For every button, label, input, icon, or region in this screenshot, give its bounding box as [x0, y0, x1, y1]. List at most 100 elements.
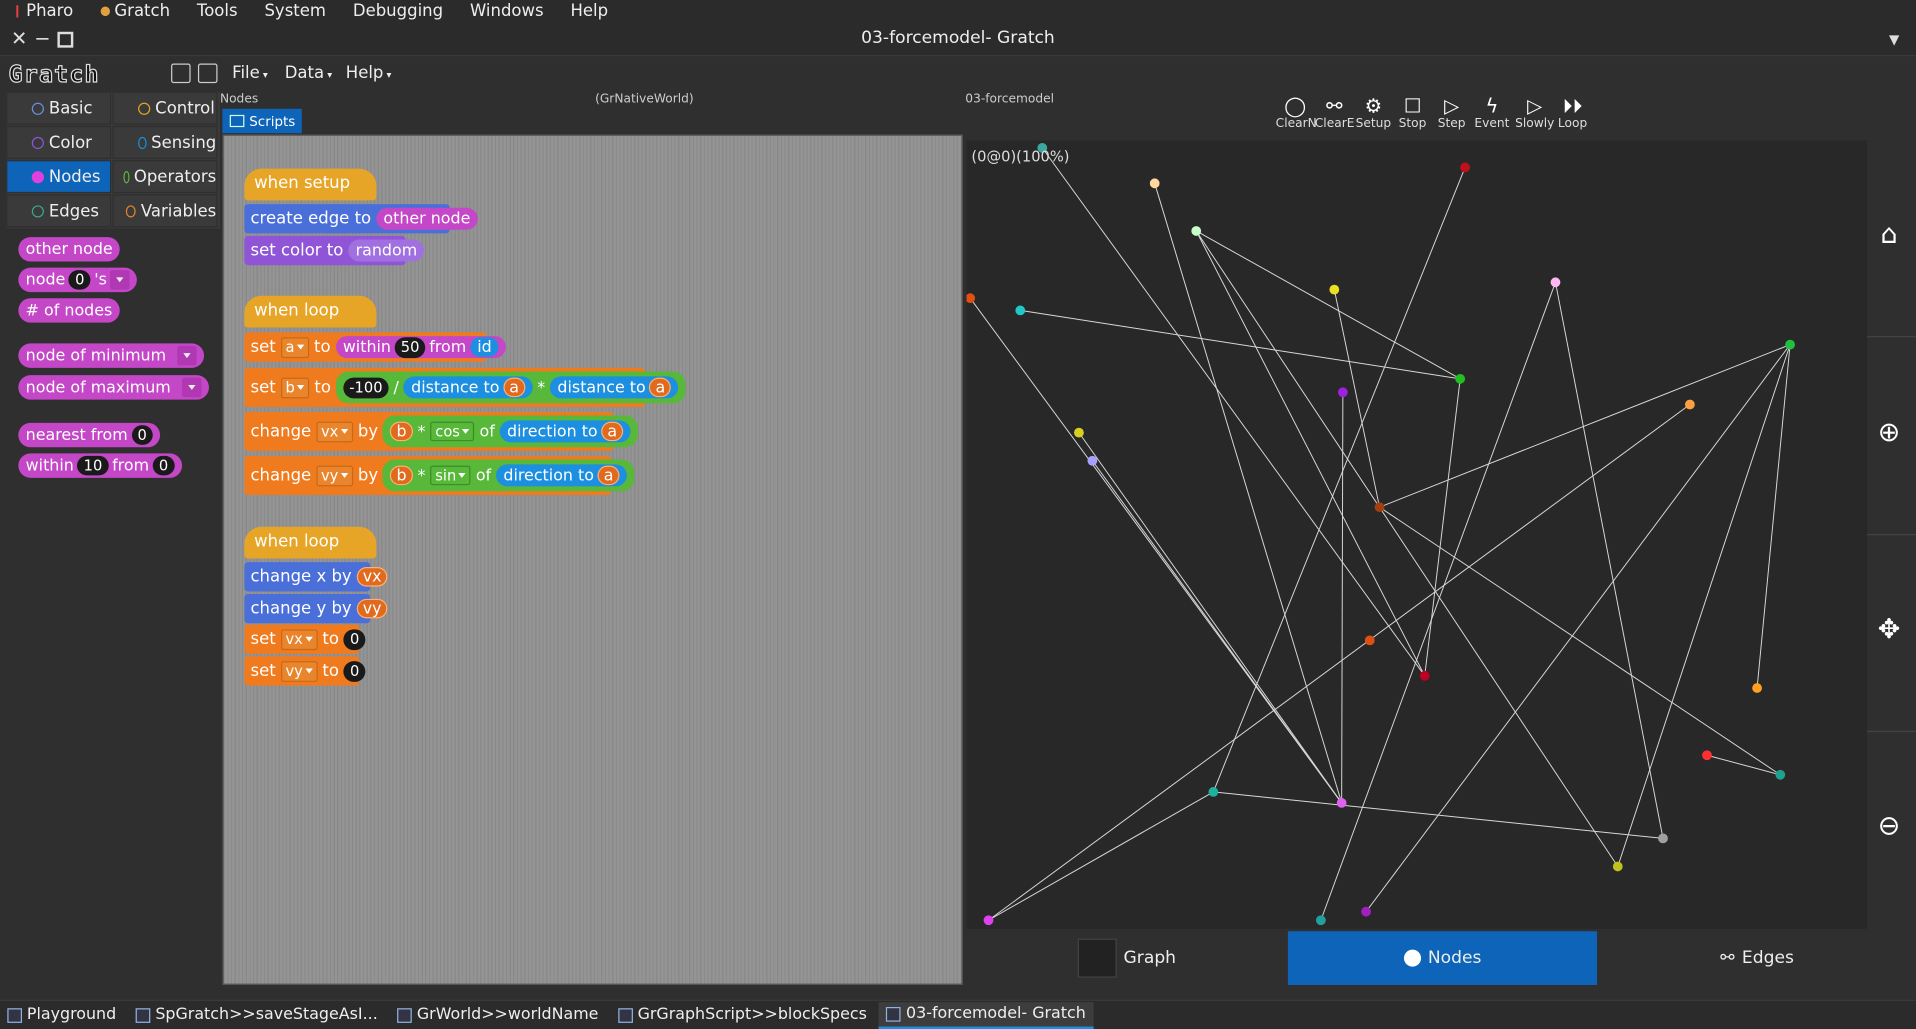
graph-node[interactable]: [1315, 915, 1326, 926]
number-input[interactable]: 0: [343, 628, 366, 650]
block-number-input[interactable]: 0: [131, 425, 153, 445]
var-reporter-b[interactable]: b: [390, 421, 413, 442]
save-icon[interactable]: [197, 63, 218, 84]
block-change-vx[interactable]: change vx by b * cos of direction to a: [244, 411, 638, 451]
reporter-random[interactable]: random: [348, 239, 425, 262]
reporter-distance[interactable]: distance to a: [550, 376, 679, 399]
file-menu[interactable]: File ▾: [232, 64, 268, 84]
graph-node[interactable]: [1460, 162, 1470, 173]
graph-node[interactable]: [1149, 178, 1160, 189]
reporter-divide[interactable]: -100/distance to a * distance to a: [335, 371, 687, 404]
reporter-direction[interactable]: direction to a: [496, 464, 627, 487]
reporter-distance[interactable]: distance to a: [403, 376, 533, 399]
dropdown-icon[interactable]: [181, 377, 202, 398]
graph-node[interactable]: [1775, 769, 1786, 780]
task-savestage[interactable]: SpGratch>>saveStageAsI...: [128, 1002, 385, 1029]
function-dropdown[interactable]: sin: [430, 465, 471, 486]
hat-when-loop[interactable]: when loop: [244, 526, 377, 559]
variable-dropdown[interactable]: vx: [316, 421, 353, 442]
graph-node[interactable]: [1361, 906, 1371, 917]
variable-dropdown[interactable]: vy: [316, 465, 353, 486]
category-control[interactable]: Control: [112, 91, 218, 125]
close-icon[interactable]: ✕: [11, 27, 27, 50]
setup-button[interactable]: ⚙ Setup: [1354, 95, 1393, 131]
category-sensing[interactable]: Sensing: [112, 125, 218, 159]
reporter-direction[interactable]: direction to a: [499, 420, 631, 443]
block-set-b[interactable]: set b to -100/distance to a * distance to a: [244, 367, 687, 407]
step-button[interactable]: ▷ Step: [1432, 95, 1471, 131]
data-menu[interactable]: Data ▾: [285, 64, 332, 84]
loop-button[interactable]: ⏵⏵ Loop: [1553, 95, 1592, 131]
block-node-of-minimum[interactable]: node of minimum: [18, 343, 204, 368]
task-blockspecs[interactable]: GrGraphScript>>blockSpecs: [611, 1002, 875, 1029]
block-change-x[interactable]: change x by vx: [244, 562, 388, 592]
block-change-y[interactable]: change y by vy: [244, 593, 388, 624]
menu-system[interactable]: System: [264, 1, 326, 21]
home-zoom-icon[interactable]: ⌂: [1871, 220, 1908, 251]
block-node-of[interactable]: node 0's: [18, 267, 138, 293]
block-number-input[interactable]: 0: [68, 270, 91, 290]
event-button[interactable]: ϟ Event: [1472, 95, 1511, 131]
reporter-id[interactable]: id: [469, 337, 500, 357]
menu-tools[interactable]: Tools: [197, 1, 238, 21]
task-worldname[interactable]: GrWorld>>worldName: [390, 1002, 606, 1029]
block-create-edge[interactable]: create edge to other node: [244, 204, 478, 234]
category-color[interactable]: Color: [6, 125, 112, 159]
graph-node[interactable]: [1658, 833, 1668, 844]
var-reporter-a[interactable]: a: [597, 465, 620, 486]
hat-when-setup[interactable]: when setup: [244, 168, 377, 201]
block-number-input[interactable]: 10: [77, 455, 109, 476]
category-edges[interactable]: Edges: [6, 194, 112, 228]
graph-node[interactable]: [1337, 387, 1348, 398]
category-basic[interactable]: Basic: [6, 91, 112, 125]
stage-canvas[interactable]: [965, 140, 1868, 929]
menu-gratch[interactable]: ● Gratch: [100, 1, 170, 21]
number-input[interactable]: -100: [343, 377, 389, 398]
menu-help[interactable]: Help: [570, 1, 608, 21]
graph-node[interactable]: [1685, 399, 1695, 410]
graph-node[interactable]: [1208, 787, 1219, 797]
cleare-button[interactable]: ⚯ ClearE: [1315, 95, 1355, 131]
window-menu-chevron-icon[interactable]: ▼: [1889, 32, 1899, 48]
tab-graph[interactable]: Graph: [967, 931, 1287, 985]
graph-node[interactable]: [1702, 750, 1712, 761]
graph-node[interactable]: [1364, 635, 1375, 646]
clearn-button[interactable]: ◯ ClearN: [1276, 95, 1317, 131]
block-set-vx[interactable]: set vx to 0: [244, 624, 366, 654]
block-set-a[interactable]: set a to within 50 from id: [244, 332, 507, 362]
variable-dropdown[interactable]: vy: [280, 660, 318, 682]
graph-node[interactable]: [1455, 373, 1466, 384]
maximize-icon[interactable]: [57, 31, 74, 48]
block-nearest-from[interactable]: nearest from 0: [18, 422, 161, 448]
graph-node[interactable]: [983, 915, 994, 926]
menu-debugging[interactable]: Debugging: [353, 1, 443, 21]
graph-node[interactable]: [1329, 284, 1340, 295]
number-input[interactable]: 0: [343, 660, 366, 682]
graph-node[interactable]: [1015, 305, 1026, 316]
graph-node[interactable]: [1752, 683, 1762, 693]
block-number-input[interactable]: 0: [152, 455, 175, 476]
stop-button[interactable]: ☐ Stop: [1393, 95, 1432, 131]
reporter-multiply[interactable]: b * sin of direction to a: [383, 459, 635, 492]
category-nodes[interactable]: Nodes: [6, 160, 112, 194]
block-node-of-maximum[interactable]: node of maximum: [18, 375, 209, 400]
variable-dropdown[interactable]: b: [280, 377, 310, 398]
graph-node[interactable]: [1336, 798, 1347, 808]
var-reporter-vy[interactable]: vy: [356, 598, 388, 619]
hat-when-loop[interactable]: when loop: [244, 295, 377, 328]
block-other-node[interactable]: other node: [18, 237, 121, 262]
graph-node[interactable]: [1785, 339, 1795, 350]
block-num-nodes[interactable]: # of nodes: [18, 298, 120, 323]
var-reporter-a[interactable]: a: [503, 377, 526, 398]
block-change-vy[interactable]: change vy by b * sin of direction to a: [244, 455, 635, 495]
reporter-within-from[interactable]: within 50 from id: [335, 336, 507, 359]
zoom-out-icon[interactable]: ⊖: [1871, 811, 1908, 842]
reporter-multiply[interactable]: b * cos of direction to a: [383, 415, 638, 448]
graph-node[interactable]: [1074, 427, 1084, 438]
block-set-color[interactable]: set color to random: [244, 235, 425, 266]
variable-dropdown[interactable]: a: [280, 336, 310, 358]
slowly-button[interactable]: ▷ Slowly: [1515, 95, 1554, 131]
move-icon[interactable]: ✥: [1871, 615, 1908, 646]
var-reporter-vx[interactable]: vx: [356, 567, 388, 587]
reporter-other-node[interactable]: other node: [376, 207, 478, 230]
